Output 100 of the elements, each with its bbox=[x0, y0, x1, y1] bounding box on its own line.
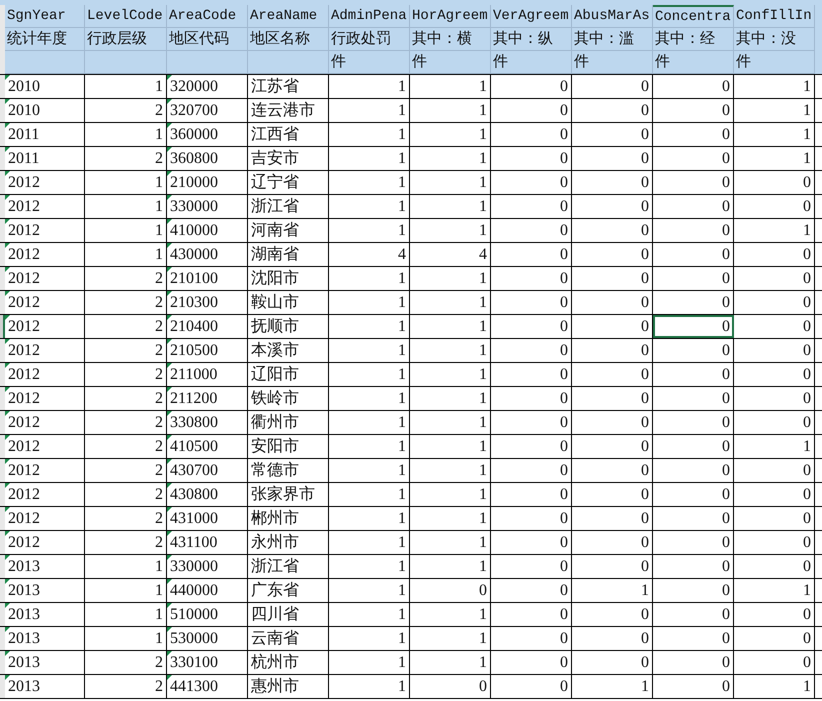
table-cell: 1 bbox=[734, 75, 815, 98]
table-cell: 1 bbox=[410, 435, 491, 458]
table-cell: 江西省 bbox=[248, 123, 329, 146]
table-cell: 0 bbox=[734, 411, 815, 434]
table-cell: 0 bbox=[572, 291, 653, 314]
error-indicator-icon bbox=[5, 483, 10, 488]
table-cell: 2013 bbox=[5, 555, 85, 578]
error-indicator-icon bbox=[167, 171, 172, 176]
table-cell: 330000 bbox=[167, 195, 248, 218]
table-cell: 0 bbox=[653, 531, 734, 554]
table-cell: 2012 bbox=[5, 363, 85, 386]
table-cell: 0 bbox=[653, 387, 734, 410]
table-cell: 431100 bbox=[167, 531, 248, 554]
header-cell: 件 bbox=[410, 51, 491, 74]
error-indicator-icon bbox=[167, 507, 172, 512]
error-indicator-icon bbox=[5, 99, 10, 104]
table-cell: 1 bbox=[329, 507, 410, 530]
table-cell: 430700 bbox=[167, 459, 248, 482]
table-cell: 2012 bbox=[5, 171, 85, 194]
table-cell: 430800 bbox=[167, 483, 248, 506]
row-header[interactable] bbox=[0, 315, 5, 338]
error-indicator-icon bbox=[167, 147, 172, 152]
table-cell: 0 bbox=[653, 195, 734, 218]
table-cell: 410500 bbox=[167, 435, 248, 458]
error-indicator-icon bbox=[167, 363, 172, 368]
table-cell: 0 bbox=[491, 387, 572, 410]
table-cell: 0 bbox=[734, 627, 815, 650]
table-cell: 1 bbox=[329, 675, 410, 698]
table-cell: 衢州市 bbox=[248, 411, 329, 434]
error-indicator-icon bbox=[5, 363, 10, 368]
table-cell: 1 bbox=[410, 363, 491, 386]
table-cell: 1 bbox=[329, 555, 410, 578]
table-cell: 0 bbox=[653, 507, 734, 530]
table-cell: 1 bbox=[329, 435, 410, 458]
table-cell: 鞍山市 bbox=[248, 291, 329, 314]
table-cell: 330100 bbox=[167, 651, 248, 674]
table-cell: 0 bbox=[491, 435, 572, 458]
table-cell: 2013 bbox=[5, 579, 85, 602]
table-cell: 440000 bbox=[167, 579, 248, 602]
error-indicator-icon bbox=[167, 219, 172, 224]
table-cell: 0 bbox=[734, 291, 815, 314]
table-cell: 2012 bbox=[5, 339, 85, 362]
header-cell: VerAgreem bbox=[491, 5, 572, 28]
table-cell: 0 bbox=[653, 291, 734, 314]
table-cell: 360000 bbox=[167, 123, 248, 146]
error-indicator-icon bbox=[167, 603, 172, 608]
table-cell: 0 bbox=[734, 531, 815, 554]
table-cell: 0 bbox=[653, 459, 734, 482]
table-cell: 1 bbox=[329, 339, 410, 362]
header-cell: HorAgreem bbox=[410, 5, 491, 28]
table-cell: 1 bbox=[329, 531, 410, 554]
header-cell: 统计年度 bbox=[5, 28, 85, 51]
table-cell: 1 bbox=[329, 459, 410, 482]
error-indicator-icon bbox=[5, 531, 10, 536]
table-cell: 0 bbox=[734, 507, 815, 530]
table-cell: 1 bbox=[329, 627, 410, 650]
error-indicator-icon bbox=[5, 579, 10, 584]
table-cell: 1 bbox=[329, 651, 410, 674]
table-cell: 211200 bbox=[167, 387, 248, 410]
table-cell: 330000 bbox=[167, 555, 248, 578]
table-cell: 0 bbox=[653, 483, 734, 506]
table-cell: 0 bbox=[653, 603, 734, 626]
header-cell: 件 bbox=[491, 51, 572, 74]
error-indicator-icon bbox=[167, 267, 172, 272]
header-cell: 地区代码 bbox=[167, 28, 248, 51]
table-cell: 0 bbox=[572, 243, 653, 266]
table-cell: 2011 bbox=[5, 123, 85, 146]
table-cell: 1 bbox=[734, 675, 815, 698]
error-indicator-icon bbox=[5, 219, 10, 224]
table-cell: 0 bbox=[491, 75, 572, 98]
error-indicator-icon bbox=[5, 267, 10, 272]
table-cell: 1 bbox=[410, 291, 491, 314]
table-cell: 0 bbox=[653, 171, 734, 194]
error-indicator-icon bbox=[167, 195, 172, 200]
table-cell: 1 bbox=[329, 171, 410, 194]
table-cell: 1 bbox=[329, 363, 410, 386]
table-cell: 410000 bbox=[167, 219, 248, 242]
table-cell: 2012 bbox=[5, 267, 85, 290]
table-cell: 0 bbox=[491, 339, 572, 362]
table-cell: 2012 bbox=[5, 531, 85, 554]
table-cell: 0 bbox=[653, 411, 734, 434]
header-cell: AbusMarAs bbox=[572, 5, 653, 28]
table-cell: 0 bbox=[734, 171, 815, 194]
error-indicator-icon bbox=[167, 555, 172, 560]
table-cell: 1 bbox=[734, 219, 815, 242]
table-cell: 0 bbox=[491, 411, 572, 434]
table-cell: 1 bbox=[329, 579, 410, 602]
table-cell: 0 bbox=[653, 651, 734, 674]
table-cell: 0 bbox=[491, 579, 572, 602]
table-cell: 2012 bbox=[5, 387, 85, 410]
table-cell: 0 bbox=[572, 459, 653, 482]
header-cell: 件 bbox=[329, 51, 410, 74]
table-cell: 210100 bbox=[167, 267, 248, 290]
table-cell: 360800 bbox=[167, 147, 248, 170]
table-cell: 0 bbox=[734, 387, 815, 410]
error-indicator-icon bbox=[167, 579, 172, 584]
table-cell: 0 bbox=[410, 579, 491, 602]
table-cell: 1 bbox=[410, 219, 491, 242]
table-cell: 0 bbox=[572, 363, 653, 386]
table-cell: 0 bbox=[734, 195, 815, 218]
